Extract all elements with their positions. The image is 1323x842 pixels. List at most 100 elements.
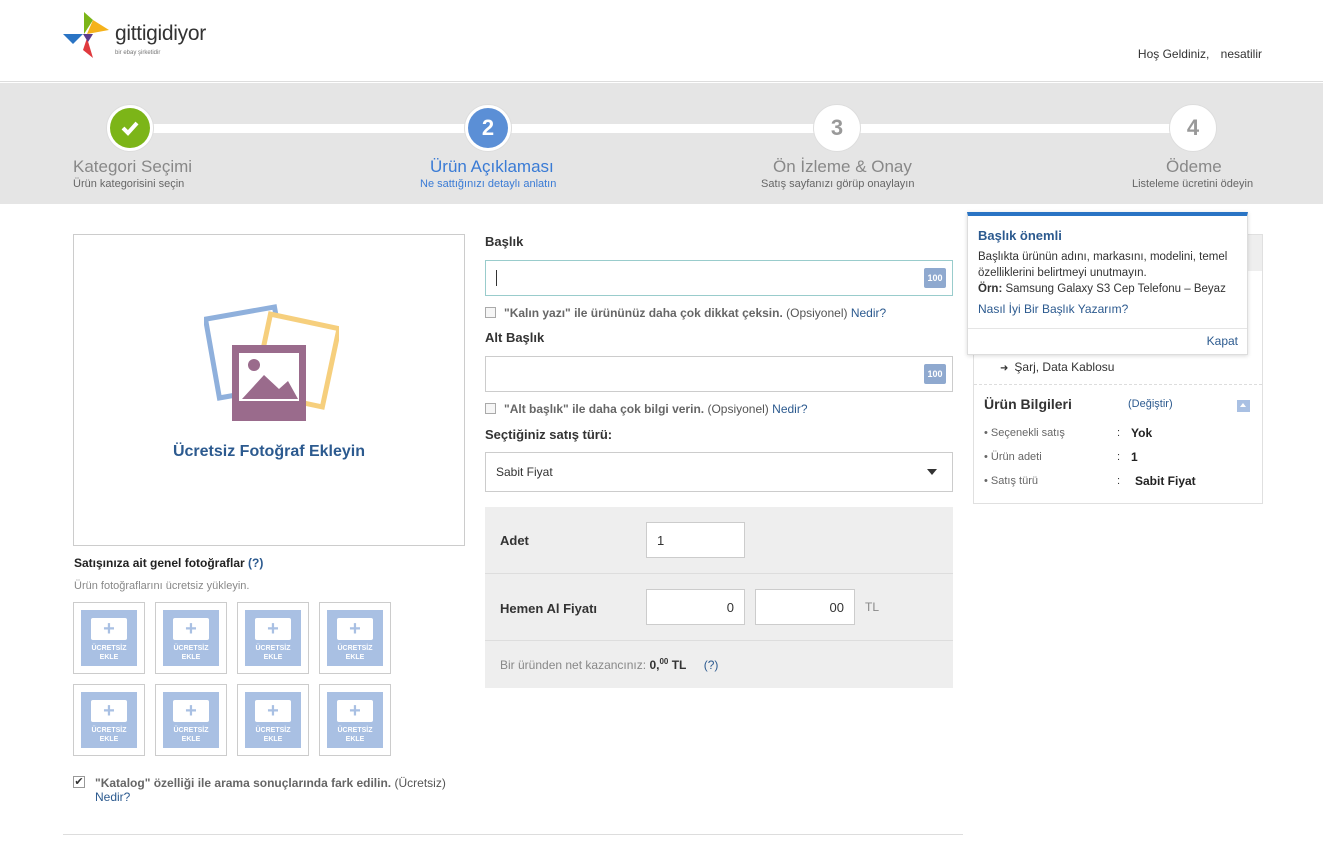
bold-title-option-note: (Opsiyonel) <box>786 306 848 320</box>
plus-icon: + <box>255 618 291 640</box>
plus-icon: + <box>337 700 373 722</box>
text-caret <box>496 270 497 286</box>
price-panel: Adet 1 Hemen Al Fiyatı 0 00 TL Bir üründ… <box>485 507 953 688</box>
info-row-label: Satış türü <box>990 475 1038 487</box>
quantity-input[interactable]: 1 <box>646 522 745 558</box>
net-earnings: Bir üründen net kazancınız: 0,00 TL (?) <box>500 657 718 672</box>
general-photos-title-text: Satışınıza ait genel fotoğraflar <box>74 556 245 570</box>
photo-slot-6[interactable]: + ÜCRETSİZ EKLE <box>155 684 227 756</box>
general-photos-help-link[interactable]: (?) <box>248 556 263 570</box>
tip-howto-link[interactable]: Nasıl İyi Bir Başlık Yazarım? <box>978 302 1128 316</box>
photo-slot-5[interactable]: + ÜCRETSİZ EKLE <box>73 684 145 756</box>
info-row-value: Sabit Fiyat <box>1135 474 1196 488</box>
quantity-label: Adet <box>500 533 529 548</box>
general-photos-subtitle: Ürün fotoğraflarını ücretsiz yükleyin. <box>74 580 250 592</box>
title-label: Başlık <box>485 234 524 249</box>
sale-type-label: Seçtiğiniz satış türü: <box>485 427 613 442</box>
welcome-label: Hoş Geldiniz, <box>1137 47 1210 61</box>
chevron-down-icon <box>927 469 937 475</box>
product-info-change-link[interactable]: (Değiştir) <box>1128 398 1173 410</box>
catalog-what-link[interactable]: Nedir? <box>95 790 130 804</box>
row-divider <box>485 640 953 641</box>
row-divider <box>485 573 953 574</box>
title-input[interactable]: 100 <box>485 260 953 296</box>
step-1-title: Kategori Seçimi <box>73 157 193 176</box>
photo-placeholder-icon <box>204 304 339 421</box>
price-integer-input[interactable]: 0 <box>646 589 745 625</box>
step-2-circle: 2 <box>465 105 511 151</box>
sale-type-value: Sabit Fiyat <box>496 465 553 479</box>
photo-slot-1[interactable]: + ÜCRETSİZ EKLE <box>73 602 145 674</box>
plus-icon: + <box>255 700 291 722</box>
info-row-sale-type: • Satış türü : Sabit Fiyat <box>984 474 1196 488</box>
step-1-circle <box>107 105 153 151</box>
welcome-text: Hoş Geldiniz, nesatilir <box>1130 47 1262 61</box>
tip-close-link[interactable]: Kapat <box>1207 334 1238 348</box>
net-earnings-label: Bir üründen net kazancınız: <box>500 658 647 672</box>
net-earnings-help-link[interactable]: (?) <box>704 658 719 672</box>
subtitle-input[interactable]: 100 <box>485 356 953 392</box>
step-1-subtitle: Ürün kategorisini seçin <box>73 178 185 190</box>
username-link[interactable]: nesatilir <box>1221 47 1262 61</box>
title-char-counter: 100 <box>924 268 946 288</box>
header: gittigidiyor bir ebay şirketidir Hoş Gel… <box>0 0 1323 82</box>
bold-title-checkbox[interactable] <box>485 307 496 318</box>
arrow-right-icon: ➜ <box>1000 363 1009 374</box>
photo-slot-8[interactable]: + ÜCRETSİZ EKLE <box>319 684 391 756</box>
catalog-checkbox[interactable]: ✔ <box>73 776 85 788</box>
currency-label: TL <box>865 600 880 614</box>
net-earnings-int: 0, <box>649 658 660 672</box>
tip-example-text: Samsung Galaxy S3 Cep Telefonu – Beyaz <box>1005 283 1226 295</box>
plus-icon: + <box>337 618 373 640</box>
gittigidiyor-logo[interactable]: gittigidiyor bir ebay şirketidir <box>63 12 243 62</box>
plus-icon: + <box>91 618 127 640</box>
logo-text: gittigidiyor <box>115 22 206 45</box>
bold-title-option-text: "Kalın yazı" ile ürününüz daha çok dikka… <box>504 306 783 320</box>
subtitle-char-counter: 100 <box>924 364 946 384</box>
net-earnings-currency: TL <box>671 658 687 672</box>
step-4-title: Ödeme <box>1166 157 1222 176</box>
bold-title-what-link[interactable]: Nedir? <box>851 306 886 320</box>
step-4-circle: 4 <box>1170 105 1216 151</box>
info-row-value: 1 <box>1131 450 1138 464</box>
step-4-subtitle: Listeleme ücretini ödeyin <box>1132 178 1254 190</box>
title-tip-popup: Başlık önemli Başlıkta ürünün adını, mar… <box>967 212 1248 355</box>
photo-slot-2[interactable]: + ÜCRETSİZ EKLE <box>155 602 227 674</box>
photo-slot-7[interactable]: + ÜCRETSİZ EKLE <box>237 684 309 756</box>
buy-now-price-label: Hemen Al Fiyatı <box>500 601 598 616</box>
info-row-quantity: • Ürün adeti : 1 <box>984 450 1138 464</box>
progress-track <box>130 124 1195 133</box>
subtitle-option-note: (Opsiyonel) <box>707 402 769 416</box>
progress-steps: 2 3 4 Kategori Seçimi Ürün kategorisini … <box>0 83 1323 204</box>
main-photo-upload[interactable]: Ücretsiz Fotoğraf Ekleyin <box>73 234 465 546</box>
info-row-options: • Seçenekli satış : Yok <box>984 426 1153 440</box>
divider <box>968 328 1247 329</box>
subtitle-label: Alt Başlık <box>485 330 545 345</box>
accessory-item: ➜ Şarj, Data Kablosu <box>1000 360 1114 374</box>
general-photos-title: Satışınıza ait genel fotoğraflar (?) <box>74 556 263 570</box>
subtitle-checkbox[interactable] <box>485 403 496 414</box>
info-row-label: Seçenekli satış <box>990 427 1065 439</box>
photo-slot-3[interactable]: + ÜCRETSİZ EKLE <box>237 602 309 674</box>
checkmark-icon <box>110 108 150 148</box>
divider <box>974 384 1262 385</box>
catalog-option-text: "Katalog" özelliği ile arama sonuçlarınd… <box>95 776 392 790</box>
photo-slot-4[interactable]: + ÜCRETSİZ EKLE <box>319 602 391 674</box>
add-free-photo-label[interactable]: Ücretsiz Fotoğraf Ekleyin <box>74 443 464 461</box>
step-3-title: Ön İzleme & Onay <box>773 157 912 176</box>
divider <box>63 834 963 835</box>
step-3-circle: 3 <box>814 105 860 151</box>
catalog-note: (Ücretsiz) <box>394 776 446 790</box>
logo-pinwheel-icon <box>63 12 109 58</box>
subtitle-what-link[interactable]: Nedir? <box>772 402 807 416</box>
subtitle-option: "Alt başlık" ile daha çok bilgi verin. (… <box>485 402 808 416</box>
sale-type-select[interactable]: Sabit Fiyat <box>485 452 953 492</box>
price-decimal-input[interactable]: 00 <box>755 589 855 625</box>
info-row-value: Yok <box>1131 426 1153 440</box>
step-4-number: 4 <box>1186 115 1200 140</box>
collapse-icon[interactable] <box>1237 400 1250 412</box>
step-2-subtitle: Ne sattığınızı detaylı anlatın <box>420 178 557 190</box>
quantity-value: 1 <box>657 533 665 548</box>
bold-title-option: "Kalın yazı" ile ürününüz daha çok dikka… <box>485 306 886 320</box>
plus-icon: + <box>173 700 209 722</box>
